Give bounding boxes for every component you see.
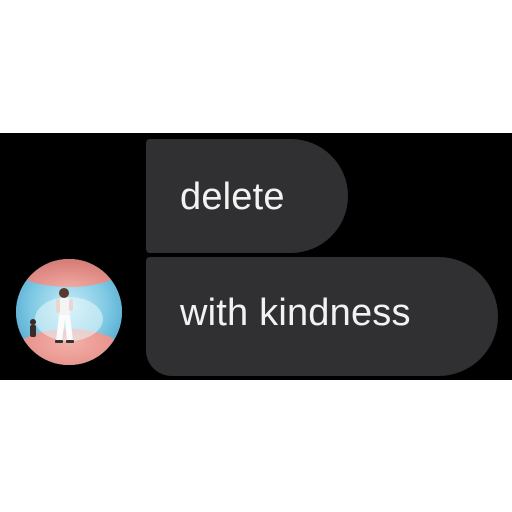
- screenshot-frame: delete with kindness: [0, 0, 512, 512]
- message-text: delete: [180, 175, 285, 218]
- message-text: with kindness: [180, 292, 411, 334]
- message-bubble[interactable]: delete: [146, 139, 348, 253]
- message-bubble[interactable]: with kindness: [146, 257, 498, 376]
- chat-thread: delete with kindness: [0, 133, 512, 380]
- profile-photo-avatar-icon: [16, 259, 122, 365]
- avatar[interactable]: [16, 259, 122, 365]
